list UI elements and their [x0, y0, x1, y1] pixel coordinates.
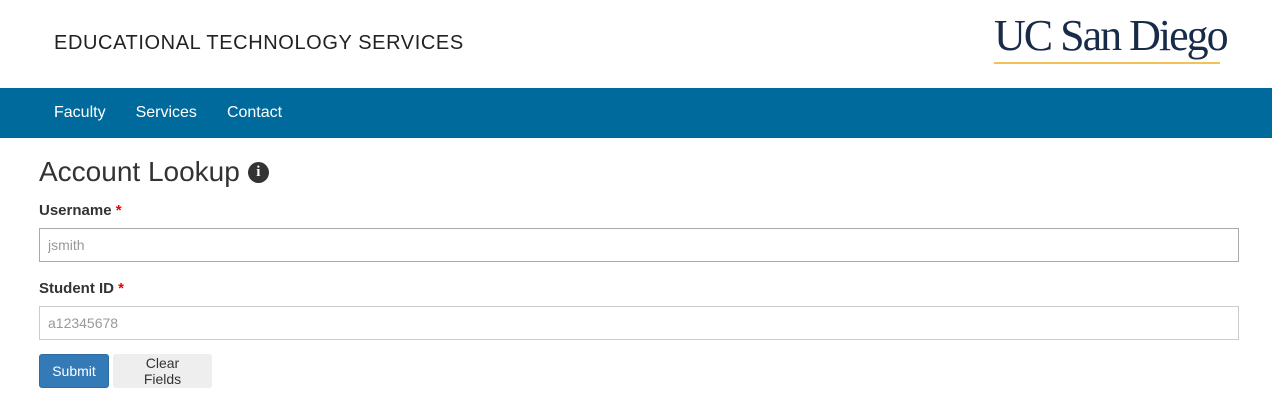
username-input[interactable] [39, 228, 1239, 262]
student-id-label: Student ID * [39, 280, 125, 297]
nav-faculty[interactable]: Faculty [39, 88, 121, 138]
nav-contact[interactable]: Contact [212, 88, 297, 138]
nav-services[interactable]: Services [121, 88, 212, 138]
page-title: Account Lookup i [39, 156, 269, 188]
header: EDUCATIONAL TECHNOLOGY SERVICES UC San D… [0, 0, 1272, 88]
main-nav: Faculty Services Contact [0, 88, 1272, 138]
submit-button[interactable]: Submit [39, 354, 109, 388]
clear-fields-button[interactable]: Clear Fields [113, 354, 212, 388]
site-title: EDUCATIONAL TECHNOLOGY SERVICES [54, 32, 464, 54]
uc-san-diego-logo[interactable]: UC San Diego [994, 14, 1229, 66]
username-label: Username * [39, 202, 122, 219]
student-id-input[interactable] [39, 306, 1239, 340]
info-circle-icon[interactable]: i [247, 161, 269, 183]
